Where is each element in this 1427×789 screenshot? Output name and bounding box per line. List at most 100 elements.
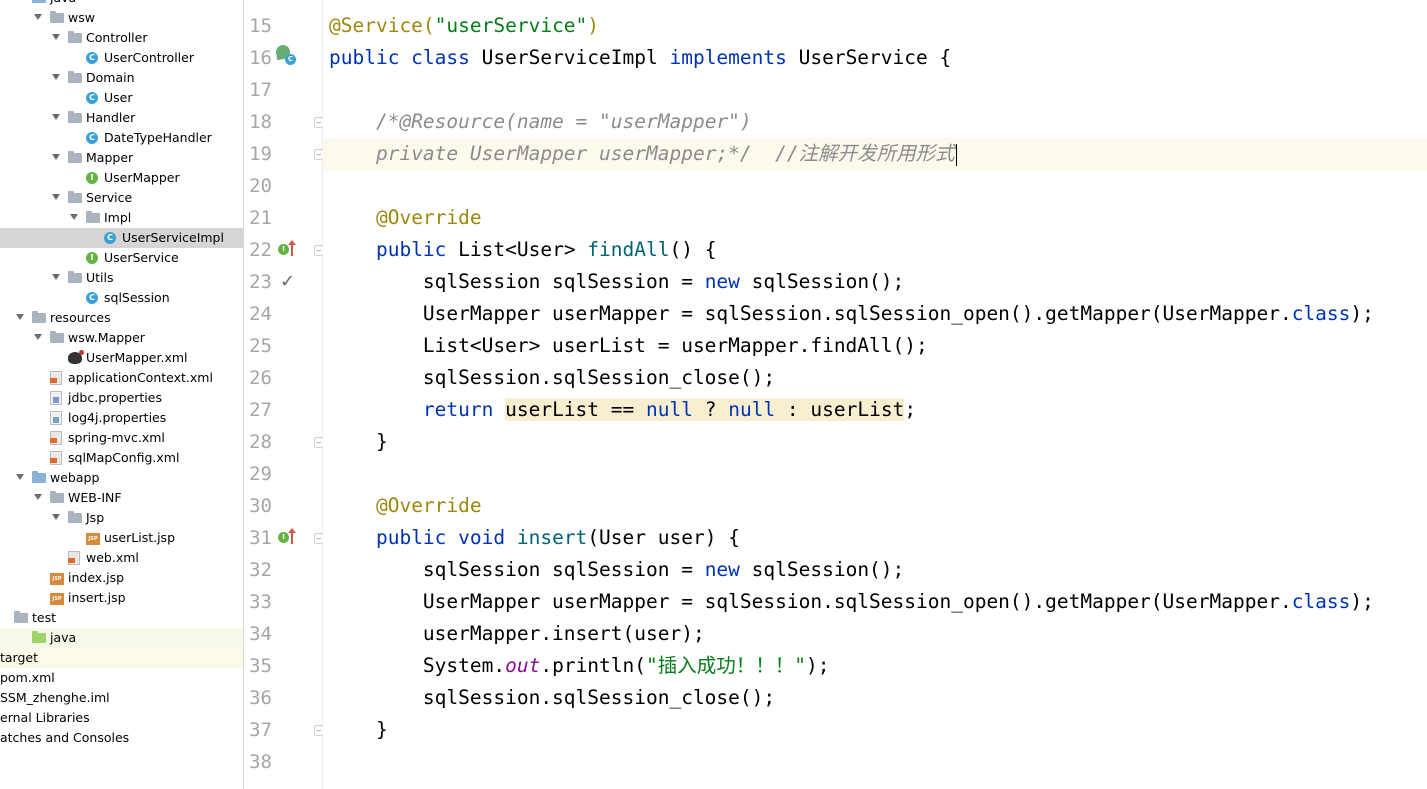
tree-item[interactable]: Utils bbox=[0, 268, 243, 288]
tree-item[interactable]: log4j.properties bbox=[0, 408, 243, 428]
code-line[interactable]: @Override bbox=[329, 490, 482, 522]
expand-arrow-icon[interactable] bbox=[52, 194, 60, 200]
expand-arrow-icon[interactable] bbox=[52, 514, 60, 520]
tree-item[interactable]: Service bbox=[0, 188, 243, 208]
code-line[interactable]: return userList == null ? null : userLis… bbox=[329, 394, 916, 426]
tree-item[interactable]: ernal Libraries bbox=[0, 708, 243, 728]
tree-item[interactable]: UserMapper.xml bbox=[0, 348, 243, 368]
code-line[interactable]: userMapper.insert(user); bbox=[329, 618, 705, 650]
code-token: new bbox=[704, 270, 752, 293]
code-editor[interactable]: @Service("userService") public class User… bbox=[323, 0, 1427, 789]
code-line[interactable]: } bbox=[329, 714, 388, 746]
tree-item-label: Handler bbox=[86, 110, 136, 125]
code-line[interactable]: List<User> userList = userMapper.findAll… bbox=[329, 330, 928, 362]
tree-item[interactable]: sqlMapConfig.xml bbox=[0, 448, 243, 468]
expand-arrow-icon[interactable] bbox=[52, 74, 60, 80]
tree-item[interactable]: C UserServiceImpl bbox=[0, 228, 243, 248]
code-line[interactable]: private UserMapper userMapper;*/ //注解开发所… bbox=[329, 138, 957, 170]
tree-item[interactable]: SSM_zhenghe.iml bbox=[0, 688, 243, 708]
code-line[interactable]: UserMapper userMapper = sqlSession.sqlSe… bbox=[329, 298, 1374, 330]
folder-icon bbox=[50, 331, 64, 343]
tree-item[interactable]: java bbox=[0, 0, 243, 8]
expand-arrow-icon[interactable] bbox=[34, 334, 42, 340]
code-token: ); bbox=[806, 654, 830, 677]
tree-item[interactable]: Controller bbox=[0, 28, 243, 48]
expand-arrow-icon[interactable] bbox=[70, 214, 78, 220]
code-line[interactable]: @Override bbox=[329, 202, 482, 234]
expand-arrow-icon[interactable] bbox=[34, 494, 42, 500]
expand-arrow-icon[interactable] bbox=[16, 474, 24, 480]
code-token: ); bbox=[1350, 590, 1374, 613]
tree-item[interactable]: webapp bbox=[0, 468, 243, 488]
expand-arrow-icon[interactable] bbox=[52, 154, 60, 160]
tree-item[interactable]: C UserController bbox=[0, 48, 243, 68]
tree-item[interactable]: pom.xml bbox=[0, 668, 243, 688]
tree-item[interactable]: web.xml bbox=[0, 548, 243, 568]
expand-arrow-icon[interactable] bbox=[16, 314, 24, 320]
tree-item[interactable]: C User bbox=[0, 88, 243, 108]
code-line[interactable]: sqlSession.sqlSession_close(); bbox=[329, 362, 775, 394]
tree-item-label: SSM_zhenghe.iml bbox=[0, 690, 110, 705]
test-folder-icon bbox=[32, 631, 46, 643]
expand-arrow-icon[interactable] bbox=[52, 34, 60, 40]
tree-item[interactable]: java bbox=[0, 628, 243, 648]
folder-icon bbox=[50, 491, 64, 503]
tree-item[interactable]: JSP index.jsp bbox=[0, 568, 243, 588]
line-number: 34 bbox=[249, 623, 272, 645]
line-number: 33 bbox=[249, 591, 272, 613]
tree-item[interactable]: Handler bbox=[0, 108, 243, 128]
tree-item[interactable]: Mapper bbox=[0, 148, 243, 168]
spring-bean-icon[interactable]: C bbox=[274, 43, 298, 67]
tree-item[interactable]: target bbox=[0, 648, 243, 668]
code-token: "插入成功！！！" bbox=[646, 654, 806, 677]
code-token: userMapper.insert(user); bbox=[329, 622, 705, 645]
code-token: findAll bbox=[587, 238, 670, 261]
code-token: @Override bbox=[375, 206, 482, 229]
project-tree[interactable]: javawswControllerCUserControllerDomainCU… bbox=[0, 0, 244, 789]
tree-item[interactable]: jdbc.properties bbox=[0, 388, 243, 408]
tree-item[interactable]: JSP insert.jsp bbox=[0, 588, 243, 608]
code-line[interactable]: @Service("userService") bbox=[329, 10, 599, 42]
tree-item[interactable]: wsw bbox=[0, 8, 243, 28]
code-line[interactable]: public class UserServiceImpl implements … bbox=[329, 42, 951, 74]
tree-item[interactable]: CsqlSession bbox=[0, 288, 243, 308]
code-line[interactable]: sqlSession sqlSession = new sqlSession()… bbox=[329, 266, 904, 298]
code-line[interactable]: public List<User> findAll() { bbox=[329, 234, 716, 266]
line-number: 25 bbox=[249, 335, 272, 357]
tree-item-label: java bbox=[50, 630, 77, 645]
xml-file-icon bbox=[50, 431, 62, 445]
tree-item-label: applicationContext.xml bbox=[68, 370, 213, 385]
tree-item[interactable]: Domain bbox=[0, 68, 243, 88]
expand-arrow-icon[interactable] bbox=[52, 114, 60, 120]
implements-method-icon[interactable]: I bbox=[278, 240, 300, 259]
tree-item[interactable]: I UserMapper bbox=[0, 168, 243, 188]
tree-item[interactable]: C DateTypeHandler bbox=[0, 128, 243, 148]
code-token: insert bbox=[516, 526, 588, 549]
tree-item[interactable]: Jsp bbox=[0, 508, 243, 528]
tree-item[interactable]: WEB-INF bbox=[0, 488, 243, 508]
tree-item[interactable]: Impl bbox=[0, 208, 243, 228]
tree-item[interactable]: resources bbox=[0, 308, 243, 328]
tree-item[interactable]: applicationContext.xml bbox=[0, 368, 243, 388]
code-line[interactable]: } bbox=[329, 426, 388, 458]
expand-arrow-icon[interactable] bbox=[52, 274, 60, 280]
code-line[interactable]: /*@Resource(name = "userMapper") bbox=[329, 106, 752, 138]
code-line[interactable]: sqlSession sqlSession = new sqlSession()… bbox=[329, 554, 904, 586]
tree-item[interactable]: spring-mvc.xml bbox=[0, 428, 243, 448]
tree-item[interactable]: I UserService bbox=[0, 248, 243, 268]
tree-item-label: Utils bbox=[86, 270, 114, 285]
tree-item[interactable]: wsw.Mapper bbox=[0, 328, 243, 348]
tree-item[interactable]: atches and Consoles bbox=[0, 728, 243, 748]
tree-item[interactable]: JSP userList.jsp bbox=[0, 528, 243, 548]
code-line[interactable]: sqlSession.sqlSession_close(); bbox=[329, 682, 775, 714]
code-line[interactable]: UserMapper userMapper = sqlSession.sqlSe… bbox=[329, 586, 1374, 618]
code-line[interactable]: System.out.println("插入成功！！！"); bbox=[329, 650, 830, 682]
folder-icon bbox=[32, 311, 46, 323]
code-line[interactable]: public void insert(User user) { bbox=[329, 522, 740, 554]
expand-arrow-icon[interactable] bbox=[34, 14, 42, 20]
interface-icon: I bbox=[86, 172, 98, 184]
tree-item[interactable]: test bbox=[0, 608, 243, 628]
implements-method-icon[interactable]: I bbox=[278, 528, 300, 547]
